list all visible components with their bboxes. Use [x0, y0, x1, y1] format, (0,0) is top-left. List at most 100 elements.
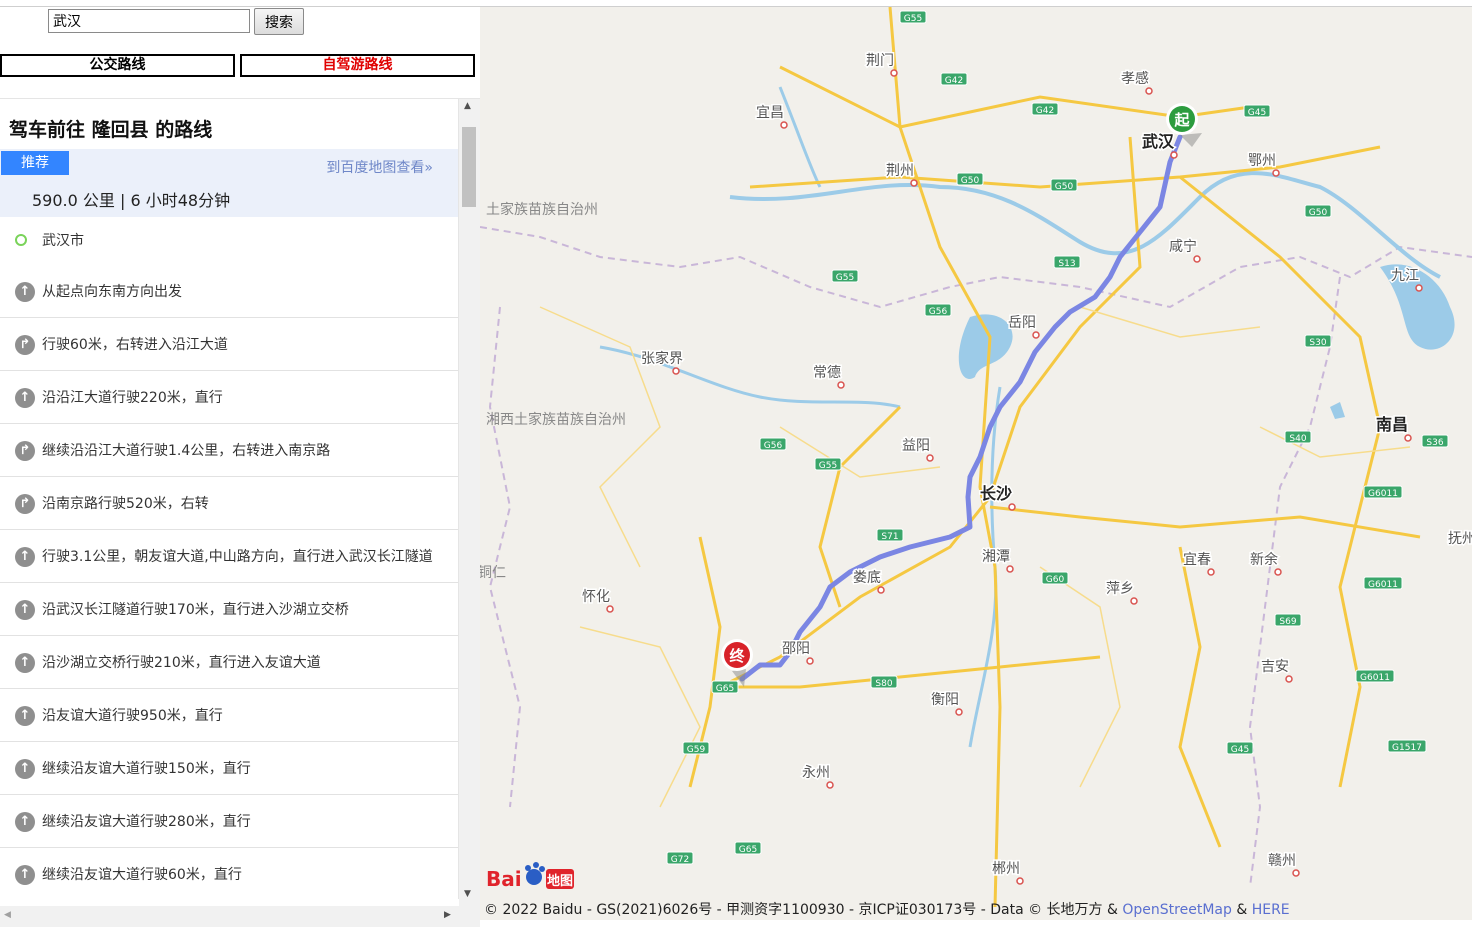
route-step[interactable]: ↑ 继续沿友谊大道行驶60米，直行	[0, 848, 458, 899]
route-title: 驾车前往 隆回县 的路线	[9, 119, 213, 141]
route-step[interactable]: ↑ 继续沿友谊大道行驶150米，直行	[0, 742, 458, 795]
svg-text:G55: G55	[836, 273, 854, 283]
route-step[interactable]: ↱ 行驶60米，右转进入沿江大道	[0, 318, 458, 371]
svg-text:地图: 地图	[547, 873, 573, 889]
road-shield: G42	[940, 72, 968, 86]
route-step[interactable]: ↑ 从起点向东南方向出发	[0, 265, 458, 318]
here-link[interactable]: HERE	[1252, 902, 1290, 918]
svg-text:S71: S71	[881, 532, 898, 542]
road-shield: G55	[831, 269, 859, 283]
svg-text:吉安: 吉安	[1261, 659, 1289, 675]
svg-text:娄底: 娄底	[853, 570, 881, 586]
road-shield: G42	[1031, 102, 1059, 116]
road-shield: G50	[1050, 178, 1078, 192]
route-step-text: 继续沿友谊大道行驶280米，直行	[42, 814, 251, 830]
region-label: 土家族苗族自治州	[486, 201, 598, 218]
route-steps: ↑ 从起点向东南方向出发 ↱ 行驶60米，右转进入沿江大道 ↑ 沿沿江大道行驶220米，直…	[0, 265, 458, 899]
turn-right-icon: ↱	[15, 494, 35, 514]
svg-text:九江: 九江	[1391, 268, 1419, 284]
route-step[interactable]: ↱ 沿南京路行驶520米，右转	[0, 477, 458, 530]
road-shield: G56	[924, 303, 952, 317]
road-shield: G6011	[1363, 576, 1403, 590]
svg-text:G42: G42	[945, 76, 963, 86]
bus-route-button[interactable]: 公交路线	[0, 54, 235, 77]
road-shield: G1517	[1387, 739, 1427, 753]
route-step[interactable]: ↑ 沿友谊大道行驶950米，直行	[0, 689, 458, 742]
svg-text:抚州: 抚州	[1448, 531, 1472, 547]
copyright-text: © 2022 Baidu - GS(2021)6026号 - 甲测资字11009…	[484, 902, 1118, 918]
svg-text:武汉: 武汉	[1142, 132, 1175, 151]
route-step[interactable]: ↑ 沿沿江大道行驶220米，直行	[0, 371, 458, 424]
svg-text:S36: S36	[1426, 438, 1443, 448]
svg-text:Bai: Bai	[486, 867, 522, 891]
map-view[interactable]: 起 终 武汉 荆门 孝感 宜昌 荆州 鄂州 咸宁 九江 岳阳 张家界 常德 益阳 长沙 湘潭 南昌 娄底 怀化邵…	[480, 7, 1472, 920]
svg-text:湘潭: 湘潭	[982, 548, 1010, 565]
distance-duration: 590.0 公里 | 6 小时48分钟	[32, 191, 231, 210]
road-shield: G65	[711, 680, 739, 694]
svg-text:怀化: 怀化	[582, 589, 610, 605]
svg-text:长沙: 长沙	[980, 484, 1012, 503]
road-shield: G50	[956, 172, 984, 186]
straight-arrow-icon: ↑	[15, 865, 35, 885]
svg-text:G50: G50	[1309, 208, 1328, 218]
scroll-up-icon[interactable]: ▲	[464, 101, 471, 111]
openstreetmap-link[interactable]: OpenStreetMap	[1122, 902, 1231, 918]
vertical-scrollbar[interactable]: ▲ ▼	[459, 99, 480, 906]
map-canvas[interactable]: 起 终 武汉 荆门孝感宜昌荆州 鄂州咸宁九江岳阳张家界常德益阳长沙湘潭 南昌娄底怀化邵…	[480, 7, 1472, 920]
svg-text:新余: 新余	[1250, 551, 1278, 568]
svg-text:宜昌: 宜昌	[756, 105, 784, 121]
map-copyright: © 2022 Baidu - GS(2021)6026号 - 甲测资字11009…	[484, 899, 1290, 919]
svg-text:孝感: 孝感	[1121, 70, 1149, 87]
road-shield: G55	[814, 457, 842, 471]
route-step[interactable]: ↑ 继续沿友谊大道行驶280米，直行	[0, 795, 458, 848]
svg-text:萍乡: 萍乡	[1106, 581, 1134, 597]
svg-text:衡阳: 衡阳	[931, 692, 959, 708]
svg-text:G55: G55	[819, 461, 837, 471]
route-step[interactable]: ↱ 继续沿沿江大道行驶1.4公里，右转进入南京路	[0, 424, 458, 477]
svg-text:荆州: 荆州	[886, 163, 914, 179]
horizontal-scrollbar[interactable]: ◀ ▶	[0, 906, 480, 927]
start-dot-icon	[15, 234, 27, 246]
search-input[interactable]	[48, 9, 250, 33]
route-step-text: 沿沙湖立交桥行驶210米，直行进入友谊大道	[42, 655, 321, 671]
route-step-text: 从起点向东南方向出发	[42, 284, 182, 300]
scroll-down-icon[interactable]: ▼	[464, 889, 471, 899]
svg-text:S13: S13	[1058, 259, 1075, 269]
svg-text:G56: G56	[764, 441, 783, 451]
route-step-text: 行驶60米，右转进入沿江大道	[42, 337, 228, 353]
scroll-thumb[interactable]	[462, 127, 476, 207]
route-step[interactable]: ↑ 沿沙湖立交桥行驶210米，直行进入友谊大道	[0, 636, 458, 689]
drive-route-button[interactable]: 自驾游路线	[240, 54, 475, 77]
svg-text:G56: G56	[929, 307, 948, 317]
route-summary: 推荐 到百度地图查看» 590.0 公里 | 6 小时48分钟	[0, 149, 458, 217]
road-shield: S71	[876, 528, 904, 542]
road-shield: S13	[1053, 255, 1081, 269]
svg-text:G6011: G6011	[1368, 580, 1398, 590]
route-step[interactable]: ↑ 沿武汉长江隧道行驶170米，直行进入沙湖立交桥	[0, 583, 458, 636]
svg-text:终: 终	[729, 647, 745, 665]
svg-text:G65: G65	[716, 684, 734, 694]
road-shield: S36	[1421, 434, 1449, 448]
svg-text:G59: G59	[687, 745, 706, 755]
baidu-map-logo[interactable]: Bai 地图	[484, 859, 576, 893]
search-button[interactable]: 搜索	[254, 8, 304, 35]
straight-arrow-icon: ↑	[15, 282, 35, 302]
svg-text:G6011: G6011	[1360, 673, 1390, 683]
straight-arrow-icon: ↑	[15, 547, 35, 567]
road-shield: G60	[1041, 571, 1069, 585]
svg-text:G6011: G6011	[1368, 489, 1398, 499]
route-step-text: 沿武汉长江隧道行驶170米，直行进入沙湖立交桥	[42, 602, 349, 618]
road-shield: G72	[666, 851, 694, 865]
route-step[interactable]: ↑ 行驶3.1公里，朝友谊大道,中山路方向，直行进入武汉长江隧道	[0, 530, 458, 583]
road-shield: G56	[759, 437, 787, 451]
svg-text:S80: S80	[875, 679, 892, 689]
svg-text:益阳: 益阳	[902, 438, 930, 454]
scroll-left-icon[interactable]: ◀	[4, 910, 11, 920]
svg-text:岳阳: 岳阳	[1008, 315, 1036, 331]
svg-text:鄂州: 鄂州	[1248, 153, 1276, 169]
svg-text:G45: G45	[1231, 745, 1249, 755]
recommend-tab[interactable]: 推荐	[1, 151, 69, 175]
scroll-right-icon[interactable]: ▶	[444, 910, 451, 920]
svg-text:G72: G72	[671, 855, 689, 865]
view-in-baidu-map-link[interactable]: 到百度地图查看»	[326, 157, 433, 177]
